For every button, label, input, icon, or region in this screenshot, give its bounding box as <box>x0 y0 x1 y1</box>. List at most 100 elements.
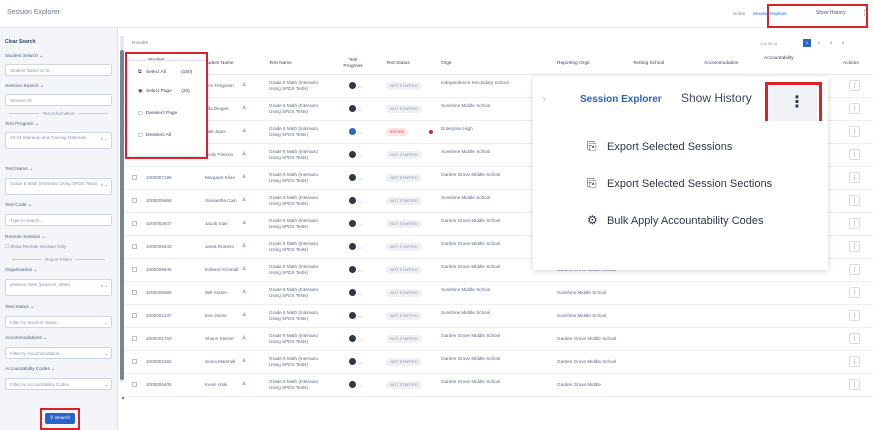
test-status-select[interactable]: Filter by Session status... ⌄ <box>5 316 112 328</box>
progress-icon[interactable] <box>349 197 356 204</box>
row-actions-button[interactable]: ⋮ <box>849 80 860 91</box>
export-selected-sessions-item[interactable]: ⎘ Export Selected Sessions <box>587 139 732 154</box>
org-name: Independence Secondary School <box>441 80 509 85</box>
col-test-status[interactable]: Test Status <box>386 61 410 67</box>
test-name: Grade 6 Math (Interauto Using SPDS Tests… <box>269 149 319 160</box>
zoom-breadcrumb[interactable]: Session Explorer <box>580 94 662 105</box>
student-name[interactable]: Kevin Hale <box>205 382 227 388</box>
student-name[interactable]: Jacob Stan <box>205 221 228 227</box>
breadcrumb-home[interactable]: Home <box>733 11 745 16</box>
export-selected-session-sections-item[interactable]: ⎘ Export Selected Session Sections <box>587 176 772 191</box>
row-checkbox[interactable] <box>132 244 137 249</box>
progress-icon[interactable] <box>349 312 356 319</box>
remote-session-checkbox[interactable]: ☐ Show Remote Session Only <box>5 244 66 250</box>
accommodations-select[interactable]: Filter by Accommodation... ⌄ <box>5 347 112 359</box>
row-actions-button[interactable]: ⋮ <box>849 310 860 321</box>
row-actions-button[interactable]: ⋮ <box>849 149 860 160</box>
clear-search-link[interactable]: Clear Search <box>5 39 36 45</box>
student-name[interactable]: Samantha Cain <box>205 198 237 204</box>
chevron-down-icon: ⌄ <box>27 203 32 208</box>
test-name: Grade 6 Math (Interauto Using SPDS Tests… <box>269 310 319 321</box>
progress-icon[interactable] <box>349 220 356 227</box>
student-name[interactable]: Shaun Steiner <box>205 336 234 342</box>
col-reporting-orgs[interactable]: Reporting Orgs <box>557 61 590 67</box>
page-2-button[interactable]: 2 <box>815 39 823 47</box>
student-search-input[interactable]: Student Name or ID <box>5 64 112 76</box>
row-actions-button[interactable]: ⋮ <box>849 333 860 344</box>
student-name[interactable]: Ella Diegee <box>205 106 229 112</box>
page-4-button[interactable]: 4 <box>839 39 847 47</box>
progress-icon[interactable] <box>349 128 356 135</box>
col-testing-school[interactable]: Testing School <box>633 61 664 67</box>
progress-icon[interactable] <box>349 335 356 342</box>
bulk-apply-accountability-codes-item[interactable]: ⚙ Bulk Apply Accountability Codes <box>587 213 764 227</box>
student-name[interactable]: Edward Schmidt <box>205 267 238 273</box>
student-name[interactable]: Emily Pierson <box>205 152 233 158</box>
person-icon: ♙ <box>242 82 247 88</box>
page-1-button[interactable]: 1 <box>803 39 811 47</box>
row-checkbox[interactable] <box>132 198 137 203</box>
test-code-input[interactable]: Type to search... <box>5 214 112 226</box>
row-checkbox[interactable] <box>132 267 137 272</box>
row-checkbox[interactable] <box>132 290 137 295</box>
student-name[interactable]: Eve Jones <box>205 313 226 319</box>
row-actions-button[interactable]: ⋮ <box>849 379 860 390</box>
status-badge: NOT STARTED <box>386 266 422 274</box>
test-code-label: Test Code ⌄ <box>5 203 32 208</box>
test-information-divider: Test Information <box>5 111 112 116</box>
chevron-down-icon: ⌄ <box>41 235 46 240</box>
student-name[interactable]: Mali Jaam <box>205 129 226 135</box>
row-checkbox[interactable] <box>132 313 137 318</box>
organization-select[interactable]: pearson state (pearson_state) x ⌄ <box>5 279 112 296</box>
org-name: Garden Grove Middle School <box>441 379 501 384</box>
row-actions-button[interactable]: ⋮ <box>849 195 860 206</box>
col-orgs[interactable]: Orgs <box>441 61 451 67</box>
student-name[interactable]: Sonia Marshall <box>205 359 235 365</box>
row-actions-button[interactable]: ⋮ <box>849 264 860 275</box>
row-actions-button[interactable]: ⋮ <box>849 103 860 114</box>
row-actions-button[interactable]: ⋮ <box>849 241 860 252</box>
row-actions-button[interactable]: ⋮ <box>849 126 860 137</box>
col-accommodation[interactable]: Accommodation <box>704 61 738 67</box>
progress-icon[interactable] <box>349 266 356 273</box>
reporting-org: Garden Grove Middle <box>557 382 601 387</box>
test-name-select[interactable]: Grade 6 Math (Interauto Using SPDS Tests… <box>5 178 112 195</box>
student-name[interactable]: Margaret Kline <box>205 175 235 181</box>
progress-icon[interactable] <box>349 358 356 365</box>
progress-icon[interactable] <box>349 105 356 112</box>
col-test-name[interactable]: Test Name <box>269 61 292 67</box>
student-name[interactable]: Jared Romero <box>205 244 234 250</box>
progress-icon[interactable] <box>349 82 356 89</box>
progress-icon[interactable] <box>349 381 356 388</box>
status-badge: NOT STARTED <box>386 335 422 343</box>
person-icon: ♙ <box>242 174 247 180</box>
row-actions-button[interactable]: ⋮ <box>849 287 860 298</box>
session-search-input[interactable]: Session ID <box>5 94 112 106</box>
progress-icon[interactable] <box>349 289 356 296</box>
student-name[interactable]: Will Sutton <box>205 290 227 296</box>
row-actions-button[interactable]: ⋮ <box>849 172 860 183</box>
reporting-org: Garden Grove Middle School <box>557 359 617 364</box>
test-program-select[interactable]: 23-24 Interauto and Training Materials x … <box>5 132 112 149</box>
export-icon: ⎘ <box>587 139 597 153</box>
page-3-button[interactable]: 3 <box>827 39 835 47</box>
status-badge: NOT STARTED <box>386 289 422 297</box>
row-checkbox[interactable] <box>132 382 137 387</box>
person-icon: ♙ <box>242 197 247 203</box>
highlight-box-search <box>40 408 80 430</box>
progress-icon[interactable] <box>349 243 356 250</box>
row-actions-button[interactable]: ⋮ <box>849 356 860 367</box>
zoom-show-history-button[interactable]: Show History <box>681 91 752 105</box>
row-checkbox[interactable] <box>132 221 137 226</box>
row-checkbox[interactable] <box>132 336 137 341</box>
row-checkbox[interactable] <box>132 175 137 180</box>
progress-icon[interactable] <box>349 174 356 181</box>
progress-icon[interactable] <box>349 151 356 158</box>
col-accountability[interactable]: Accountability <box>764 56 794 62</box>
col-test-progress[interactable]: Test Progress <box>342 58 364 69</box>
table-row: 1000005666 Will Sutton ♙ Grade 6 Math (Inte… <box>124 282 873 305</box>
row-checkbox[interactable] <box>132 359 137 364</box>
student-name[interactable]: Ann Ferguson <box>205 83 234 89</box>
accountability-codes-select[interactable]: Filter by Accountability Codes ⌄ <box>5 378 112 390</box>
row-actions-button[interactable]: ⋮ <box>849 218 860 229</box>
